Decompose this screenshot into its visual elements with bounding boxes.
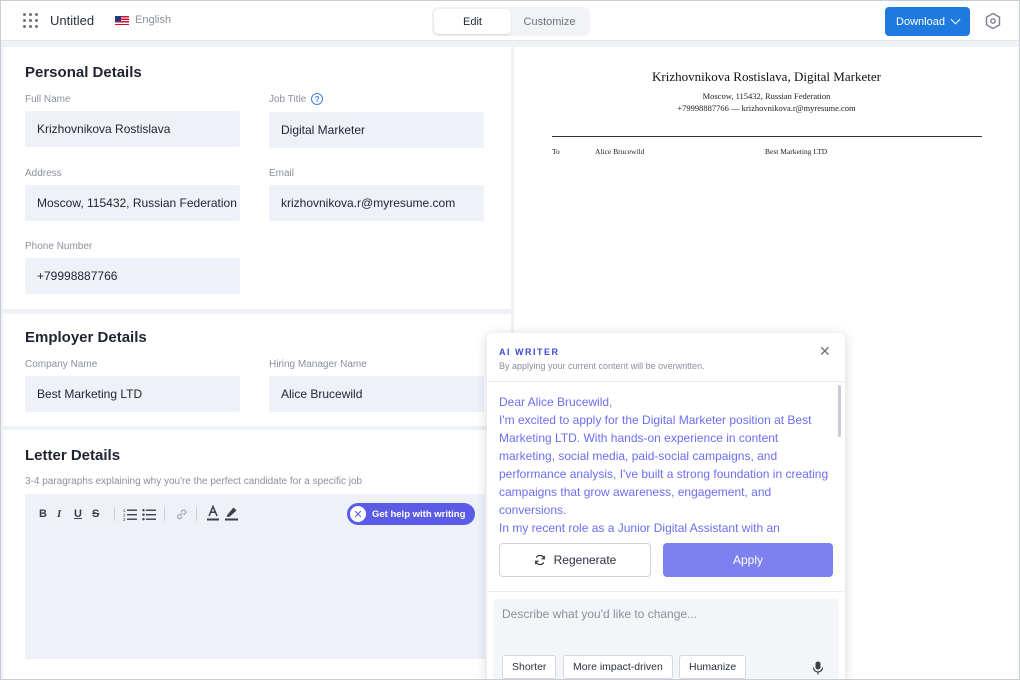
company-name-label: Company Name [25,359,98,370]
change-prompt-box: Describe what you'd like to change... Sh… [493,599,839,679]
job-title-field[interactable]: Digital Marketer [269,112,484,148]
bullet-list-icon[interactable] [142,507,156,521]
us-flag-icon [115,15,129,25]
apps-grid-icon[interactable] [23,13,39,29]
preview-divider [552,136,982,137]
italic-button[interactable]: I [57,508,61,520]
ai-writer-title: AI WRITER [499,347,560,357]
preview-contact: +79998887766 — krizhovnikova.r@myresume.… [677,103,856,113]
ai-writer-panel: AI WRITER By applying your current conte… [487,333,845,679]
toolbar-divider [164,507,165,521]
toolbar-divider [114,507,115,521]
personal-details-section: Personal Details Full Name Krizhovnikova… [3,47,511,309]
strikethrough-button[interactable]: S [92,508,99,520]
link-icon[interactable] [175,508,188,521]
preview-to-label: To [552,147,560,156]
mode-switch: Edit Customize [432,7,590,36]
refresh-icon [534,554,545,566]
language-selector[interactable]: English [115,14,171,26]
letter-details-title: Letter Details [25,447,121,464]
employer-details-title: Employer Details [25,329,147,346]
svg-text:3: 3 [123,517,126,521]
employer-details-section: Employer Details Company Name Best Marke… [3,314,511,426]
tab-customize[interactable]: Customize [511,9,588,34]
ai-generated-text: Dear Alice Brucewild, I'm excited to app… [499,393,829,543]
full-name-field[interactable]: Krizhovnikova Rostislava [25,111,240,147]
question-mark-icon[interactable]: ? [311,93,324,105]
job-title-label: Job Title ? [269,93,324,105]
chip-shorter[interactable]: Shorter [502,655,557,679]
top-bar: Untitled English Edit Customize Download [1,1,1019,41]
hiring-manager-label: Hiring Manager Name [269,359,367,370]
tab-edit[interactable]: Edit [434,9,511,34]
download-button[interactable]: Download [885,7,970,36]
hiring-manager-field[interactable]: Alice Brucewild [269,376,484,412]
language-label: English [135,14,172,26]
personal-details-title: Personal Details [25,64,142,81]
chip-humanize[interactable]: Humanize [679,655,747,679]
preview-to-company: Best Marketing LTD [765,147,828,156]
get-help-label: Get help with writing [372,508,466,520]
ai-paragraph: In my recent role as a Junior Digital As… [499,521,780,535]
email-label: Email [269,168,295,179]
microphone-icon[interactable] [812,661,824,675]
apply-button[interactable]: Apply [663,543,833,577]
letter-details-subtitle: 3-4 paragraphs explaining why you're the… [25,476,363,487]
highlighter-icon[interactable] [224,505,239,521]
regenerate-label: Regenerate [553,553,617,567]
chevron-down-icon [950,14,961,25]
scrollbar[interactable] [838,385,841,437]
regenerate-button[interactable]: Regenerate [499,543,651,577]
phone-field[interactable]: +79998887766 [25,258,240,294]
preview-name: Krizhovnikova Rostislava, Digital Market… [652,69,881,84]
close-icon[interactable]: ✕ [819,343,831,360]
close-icon: ✕ [350,506,366,522]
get-help-writing-button[interactable]: ✕ Get help with writing [347,503,475,525]
company-name-field[interactable]: Best Marketing LTD [25,376,240,412]
ai-paragraph: I'm excited to apply for the Digital Mar… [499,413,829,517]
document-title[interactable]: Untitled [50,13,94,28]
bold-button[interactable]: B [39,508,47,520]
email-field[interactable]: krizhovnikova.r@myresume.com [269,185,484,221]
download-label: Download [896,15,945,28]
address-field[interactable]: Moscow, 115432, Russian Federation [25,185,240,221]
letter-details-section: Letter Details 3-4 paragraphs explaining… [3,430,511,679]
preview-to-name: Alice Brucewild [595,147,645,156]
text-color-icon[interactable] [206,505,220,521]
settings-hexagon-icon[interactable] [984,12,1002,30]
address-label: Address [25,168,62,179]
underline-button[interactable]: U [74,508,82,520]
app-window: Untitled English Edit Customize Download… [0,0,1020,680]
toolbar-divider [196,507,197,521]
change-prompt-input[interactable]: Describe what you'd like to change... [502,607,697,621]
divider [487,591,845,592]
ordered-list-icon[interactable]: 1 2 3 [123,507,137,521]
divider [487,381,845,382]
chip-more-impact-driven[interactable]: More impact-driven [563,655,673,679]
ai-writer-subtitle: By applying your current content will be… [499,361,705,371]
ai-paragraph: Dear Alice Brucewild, [499,395,613,409]
letter-editor[interactable]: B I U S 1 2 3 ✕ Get help with writing [25,494,485,659]
preview-address: Moscow, 115432, Russian Federation [702,91,831,101]
phone-label: Phone Number [25,241,93,252]
full-name-label: Full Name [25,94,71,105]
